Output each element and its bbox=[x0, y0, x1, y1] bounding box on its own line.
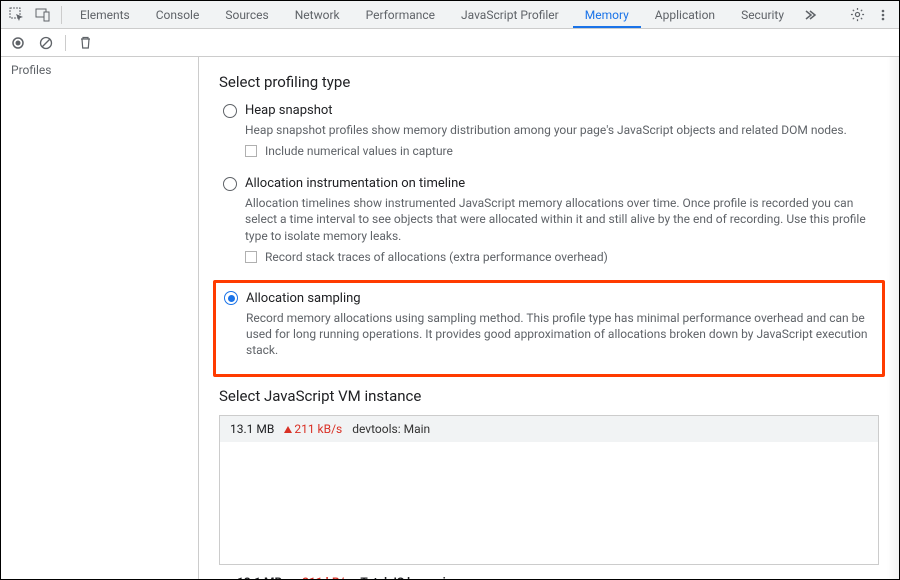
divider bbox=[65, 35, 66, 51]
option-title: Heap snapshot bbox=[245, 103, 333, 118]
trash-icon[interactable] bbox=[76, 34, 94, 52]
tab-console[interactable]: Console bbox=[144, 2, 212, 28]
kebab-menu-icon[interactable] bbox=[871, 3, 895, 27]
checkbox-include-numerical[interactable] bbox=[245, 145, 257, 157]
tab-network[interactable]: Network bbox=[283, 2, 352, 28]
option-title: Allocation instrumentation on timeline bbox=[245, 176, 465, 191]
highlight-allocation-sampling: Allocation sampling Record memory alloca… bbox=[213, 280, 885, 378]
checkbox-record-stack-traces[interactable] bbox=[245, 251, 257, 263]
tab-memory[interactable]: Memory bbox=[573, 2, 641, 28]
vm-instance-row[interactable]: 13.1 MB 211 kB/s devtools: Main bbox=[220, 416, 878, 442]
option-desc: Heap snapshot profiles show memory distr… bbox=[245, 122, 875, 138]
option-desc: Record memory allocations using sampling… bbox=[246, 310, 872, 359]
radio-allocation-sampling[interactable] bbox=[224, 291, 238, 305]
summary-rate: 211 kB/s bbox=[292, 575, 350, 579]
tab-sources[interactable]: Sources bbox=[213, 2, 280, 28]
arrow-up-icon bbox=[284, 426, 292, 433]
summary-mem: 13.1 MB bbox=[237, 575, 282, 579]
tab-elements[interactable]: Elements bbox=[68, 2, 142, 28]
profiling-type-title: Select profiling type bbox=[219, 73, 879, 91]
heap-summary: 13.1 MB 211 kB/s Total JS heap size bbox=[219, 565, 879, 579]
tab-security[interactable]: Security bbox=[729, 2, 796, 28]
checkbox-label: Include numerical values in capture bbox=[265, 144, 453, 158]
gear-icon[interactable] bbox=[845, 3, 869, 27]
more-tabs-icon[interactable] bbox=[798, 3, 822, 27]
vm-instance-title: Select JavaScript VM instance bbox=[219, 387, 879, 405]
option-allocation-timeline: Allocation instrumentation on timeline A… bbox=[219, 174, 879, 266]
vm-instance-list: 13.1 MB 211 kB/s devtools: Main bbox=[219, 415, 879, 565]
sidebar-title: Profiles bbox=[11, 63, 188, 77]
option-title: Allocation sampling bbox=[246, 291, 361, 306]
memory-main-panel: Select profiling type Heap snapshot Heap… bbox=[199, 57, 899, 579]
tab-application[interactable]: Application bbox=[643, 2, 727, 28]
profiles-sidebar: Profiles bbox=[1, 57, 199, 579]
radio-heap-snapshot[interactable] bbox=[223, 104, 237, 118]
device-toolbar-icon[interactable] bbox=[31, 3, 55, 27]
vm-rate: 211 kB/s bbox=[284, 422, 342, 436]
clear-icon[interactable] bbox=[37, 34, 55, 52]
memory-toolbar bbox=[1, 29, 899, 57]
tab-performance[interactable]: Performance bbox=[354, 2, 447, 28]
checkbox-label: Record stack traces of allocations (extr… bbox=[265, 250, 608, 264]
inspect-icon[interactable] bbox=[5, 3, 29, 27]
option-allocation-sampling: Allocation sampling Record memory alloca… bbox=[220, 289, 876, 367]
vm-name: devtools: Main bbox=[352, 422, 430, 436]
vm-mem: 13.1 MB bbox=[230, 422, 274, 436]
option-desc: Allocation timelines show instrumented J… bbox=[245, 195, 875, 244]
scrollbar[interactable] bbox=[887, 57, 899, 579]
divider bbox=[61, 6, 62, 24]
option-heap-snapshot: Heap snapshot Heap snapshot profiles sho… bbox=[219, 101, 879, 160]
record-icon[interactable] bbox=[9, 34, 27, 52]
tab-javascript-profiler[interactable]: JavaScript Profiler bbox=[449, 2, 571, 28]
summary-label: Total JS heap size bbox=[360, 575, 458, 579]
devtools-tabbar: Elements Console Sources Network Perform… bbox=[1, 1, 899, 29]
radio-allocation-timeline[interactable] bbox=[223, 177, 237, 191]
